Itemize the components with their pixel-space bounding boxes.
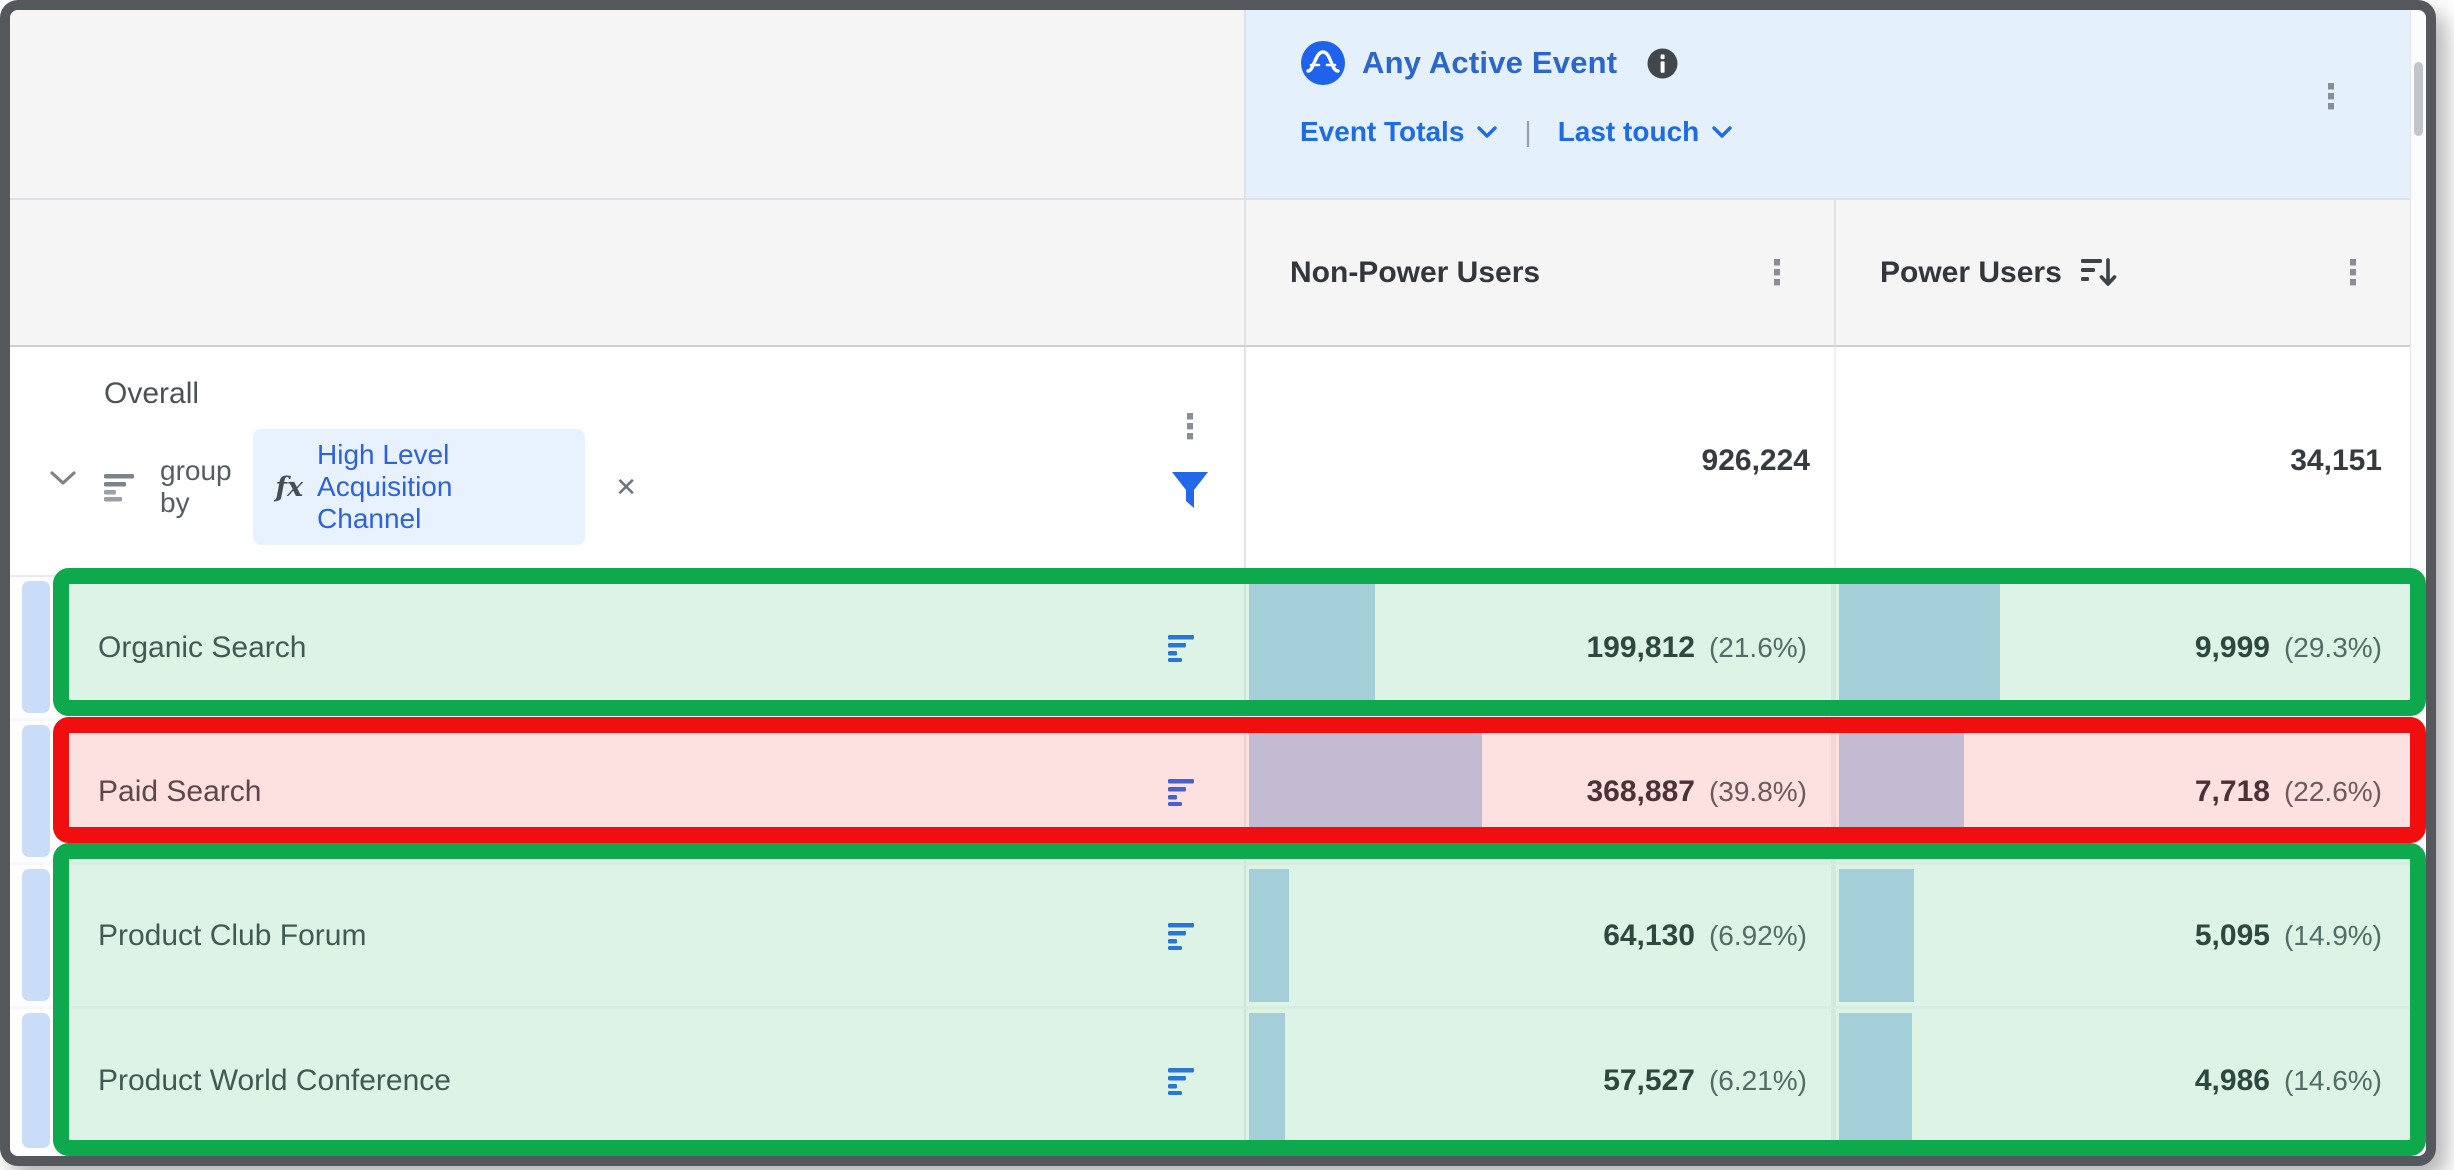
- cell-percent: (6.21%): [1709, 1065, 1807, 1097]
- data-cell: 9,999 (29.3%): [1836, 577, 2410, 721]
- row-group-by-icon[interactable]: [1168, 634, 1200, 662]
- analytics-table: Any Active Event Event Totals |: [10, 10, 2426, 1158]
- info-icon[interactable]: [1647, 48, 1678, 79]
- row-label-header-empty: [10, 200, 1246, 347]
- cell-percent: (39.8%): [1709, 776, 1807, 808]
- row-label-cell: Product Club Forum: [10, 865, 1246, 1009]
- cell-percent: (14.9%): [2284, 920, 2382, 952]
- cell-value-bar: [1249, 725, 1482, 858]
- group-by-icon: [104, 472, 140, 502]
- attribution-dropdown-label: Last touch: [1558, 116, 1700, 148]
- cell-percent: (14.6%): [2284, 1065, 2382, 1097]
- cell-percent: (22.6%): [2284, 776, 2382, 808]
- metric-dropdown[interactable]: Event Totals: [1300, 116, 1498, 148]
- cell-value: 199,812: [1587, 631, 1695, 665]
- cell-percent: (21.6%): [1709, 632, 1807, 664]
- cell-value-bar: [1249, 869, 1289, 1002]
- column-menu-kebab-icon[interactable]: ⋮: [1760, 256, 1794, 290]
- cell-percent: (29.3%): [2284, 632, 2382, 664]
- scrollbar-thumb[interactable]: [2414, 62, 2423, 136]
- row-label-cell: Organic Search: [10, 577, 1246, 721]
- amplitude-event-icon: [1300, 40, 1346, 86]
- data-cell: 7,718 (22.6%): [1836, 721, 2410, 865]
- data-cell: 57,527 (6.21%): [1246, 1009, 1836, 1153]
- cell-value: 5,095: [2195, 919, 2270, 953]
- row-label-cell: Paid Search: [10, 721, 1246, 865]
- cell-value-bar: [1249, 1013, 1285, 1149]
- group-by-chip-label: High Level Acquisition Channel: [317, 439, 563, 535]
- event-menu-kebab-icon[interactable]: ⋮: [2314, 80, 2348, 114]
- row-group-indicator: [22, 725, 50, 857]
- data-cell: 5,095 (14.9%): [1836, 865, 2410, 1009]
- cell-value-bar: [1839, 581, 2000, 714]
- cell-value: 4,986: [2195, 1064, 2270, 1098]
- overall-label: Overall: [104, 377, 199, 411]
- column-header-non-power-users[interactable]: Non-Power Users ⋮: [1246, 200, 1836, 347]
- row-group-indicator: [22, 581, 50, 713]
- cell-value: 64,130: [1603, 919, 1695, 953]
- row-group-indicator: [22, 869, 50, 1001]
- group-by-chip[interactable]: fx High Level Acquisition Channel: [253, 429, 585, 545]
- data-cell: 199,812 (21.6%): [1246, 577, 1836, 721]
- data-cell: 64,130 (6.92%): [1246, 865, 1836, 1009]
- sort-descending-icon[interactable]: [2080, 256, 2118, 290]
- cell-value-bar: [1839, 869, 1914, 1002]
- cell-value: 9,999: [2195, 631, 2270, 665]
- screenshot-frame: Any Active Event Event Totals |: [0, 0, 2436, 1166]
- row-group-by-icon[interactable]: [1168, 778, 1200, 806]
- data-cell: 4,986 (14.6%): [1836, 1009, 2410, 1153]
- column-menu-kebab-icon[interactable]: ⋮: [2336, 256, 2370, 290]
- column-label: Non-Power Users: [1290, 256, 1540, 290]
- group-by-prefix: group by: [160, 455, 233, 519]
- data-cell: 368,887 (39.8%): [1246, 721, 1836, 865]
- cell-value-bar: [1249, 581, 1375, 714]
- row-group-by-icon[interactable]: [1168, 1067, 1200, 1095]
- attribution-dropdown[interactable]: Last touch: [1558, 116, 1734, 148]
- row-label: Organic Search: [98, 631, 306, 665]
- vertical-scrollbar[interactable]: [2410, 10, 2426, 1153]
- column-label: Power Users: [1880, 256, 2062, 290]
- cell-value: 7,718: [2195, 775, 2270, 809]
- row-group-indicator: [22, 1013, 50, 1148]
- row-label: Paid Search: [98, 775, 261, 809]
- formula-fx-icon: fx: [275, 472, 303, 503]
- event-header: Any Active Event Event Totals |: [1246, 10, 2410, 200]
- header-divider: |: [1518, 116, 1537, 148]
- chip-remove-icon[interactable]: ✕: [615, 472, 637, 503]
- metric-dropdown-label: Event Totals: [1300, 116, 1464, 148]
- cell-value-bar: [1839, 1013, 1912, 1149]
- row-label: Product Club Forum: [98, 919, 366, 953]
- collapse-chevron-icon[interactable]: [48, 469, 78, 487]
- event-name[interactable]: Any Active Event: [1362, 45, 1617, 81]
- cell-value-bar: [1839, 725, 1964, 858]
- column-header-power-users[interactable]: Power Users ⋮: [1836, 200, 2410, 347]
- row-group-by-icon[interactable]: [1168, 922, 1200, 950]
- overall-value-non-power: 926,224: [1246, 347, 1836, 577]
- overall-menu-kebab-icon[interactable]: ⋮: [1173, 410, 1207, 444]
- row-label: Product World Conference: [98, 1064, 451, 1098]
- chevron-down-icon: [1476, 125, 1498, 139]
- cell-value: 368,887: [1587, 775, 1695, 809]
- corner-empty-cell: [10, 10, 1246, 200]
- chevron-down-icon: [1711, 125, 1733, 139]
- overall-value-power: 34,151: [1836, 347, 2410, 577]
- cell-percent: (6.92%): [1709, 920, 1807, 952]
- cell-value: 57,527: [1603, 1064, 1695, 1098]
- filter-funnel-icon[interactable]: [1170, 470, 1210, 512]
- overall-row-label-cell: Overall group by fx High Leve: [10, 347, 1246, 577]
- row-label-cell: Product World Conference: [10, 1009, 1246, 1153]
